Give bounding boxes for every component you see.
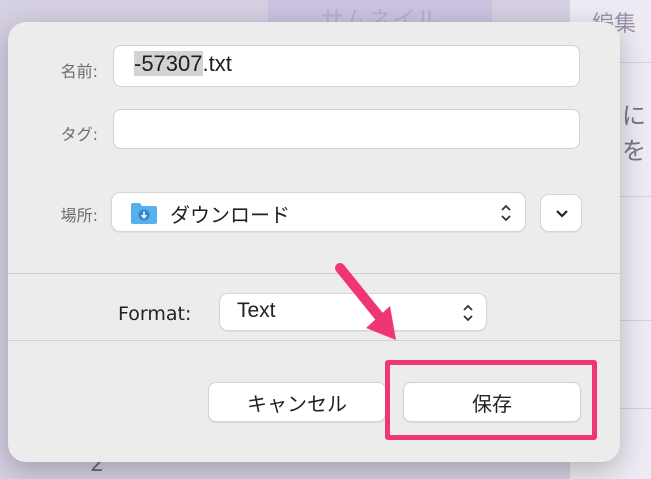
filename-selected-text: -57307 — [134, 51, 203, 76]
section-divider — [8, 340, 620, 341]
cancel-button[interactable]: キャンセル — [208, 382, 386, 422]
tag-label: タグ: — [60, 125, 98, 144]
location-value: ダウンロード — [170, 203, 290, 227]
updown-chevron-icon — [463, 304, 473, 322]
save-button-highlight — [385, 360, 597, 440]
filename-extension: .txt — [202, 51, 232, 76]
folder-download-icon — [131, 203, 157, 224]
expand-button[interactable] — [540, 194, 582, 232]
filename-input[interactable]: -57307.txt — [113, 45, 580, 87]
format-value: Text — [237, 299, 276, 322]
name-label: 名前: — [60, 62, 98, 81]
location-popup[interactable]: ダウンロード — [111, 192, 526, 232]
tag-input[interactable] — [113, 109, 580, 149]
updown-chevron-icon — [501, 204, 511, 222]
arrow-annotation-icon — [335, 263, 396, 340]
location-label: 場所: — [60, 206, 98, 225]
section-divider — [8, 273, 620, 274]
background-panel-text: に を — [622, 102, 646, 165]
format-label: Format: — [118, 303, 192, 325]
chevron-down-icon — [556, 210, 568, 218]
filename-value: -57307.txt — [134, 51, 232, 77]
